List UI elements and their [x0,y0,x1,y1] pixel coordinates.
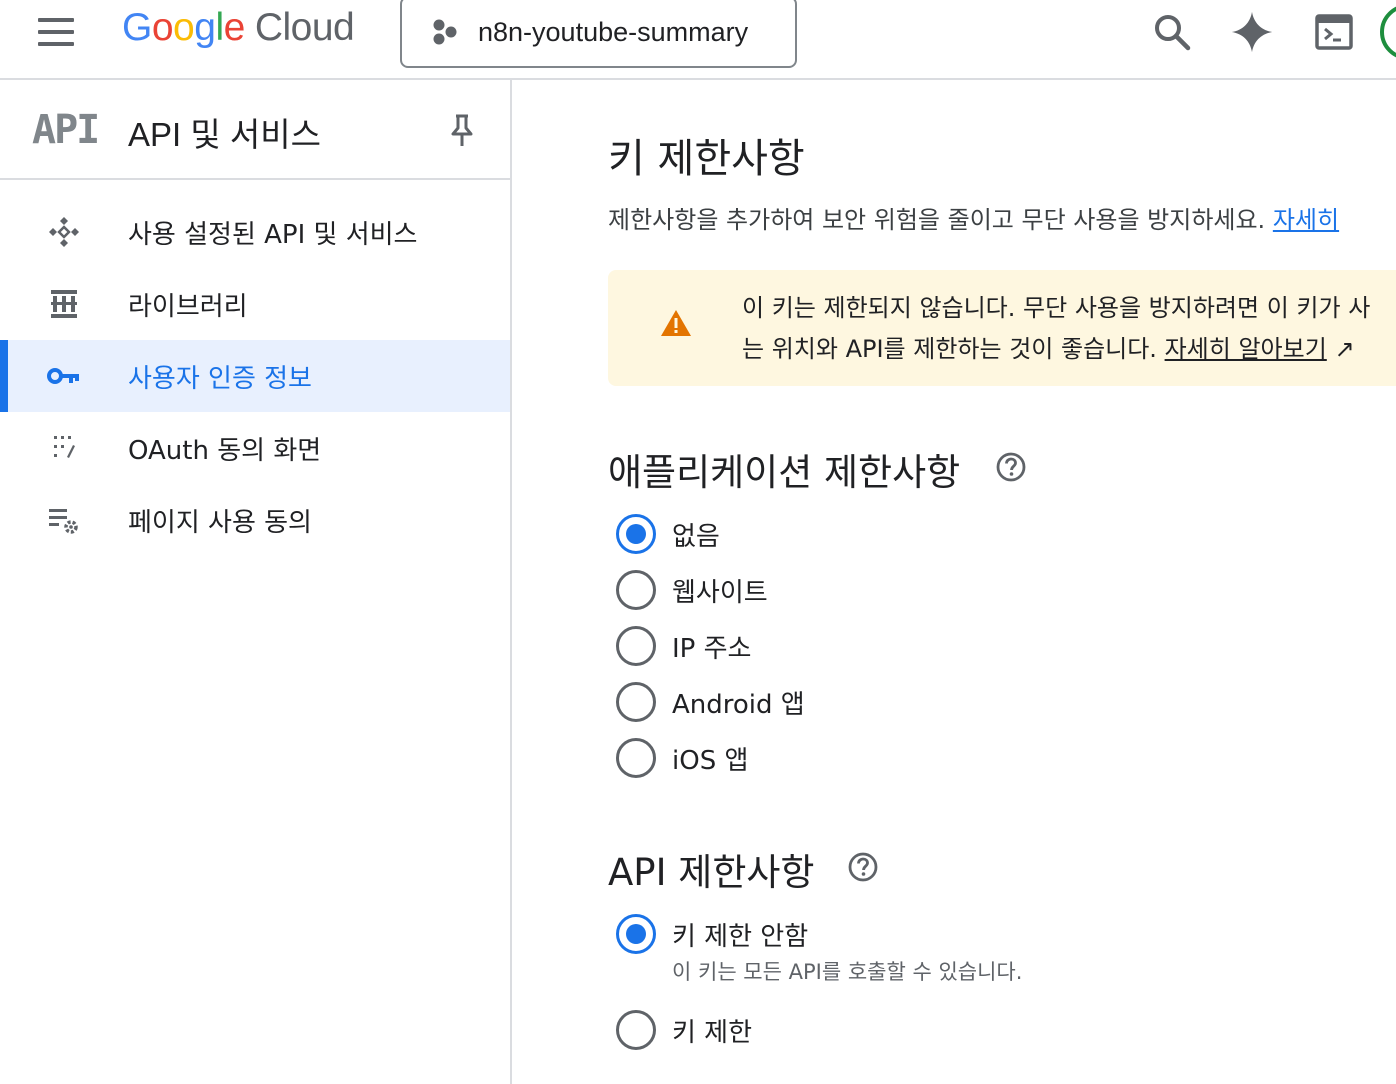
unrestricted-key-warning: 이 키는 제한되지 않습니다. 무단 사용을 방지하려면 이 키가 사 는 위치… [608,270,1396,386]
search-icon[interactable] [1150,10,1194,54]
radio-label: Android 앱 [672,689,805,720]
radio-label: 없음 [672,521,720,552]
api-logo: API [32,107,100,153]
library-icon [46,286,82,322]
apis-icon [46,214,82,250]
radio-label: IP 주소 [672,633,752,664]
radio-button[interactable] [616,626,656,666]
logo-google-text: Google [122,6,245,49]
radio-button[interactable] [616,1010,656,1050]
project-name: n8n-youtube-summary [478,16,749,47]
external-link-icon: ↗ [1334,335,1355,363]
sidebar-item-page-usage[interactable]: 페이지 사용 동의 [0,484,510,556]
warning-line-1: 이 키는 제한되지 않습니다. 무단 사용을 방지하려면 이 키가 사 [742,294,1371,322]
app-restriction-none-radio[interactable]: 없음 [616,510,720,558]
help-icon[interactable] [996,452,1026,482]
radio-description: 이 키는 모든 API를 호출할 수 있습니다. [672,960,1023,984]
sidebar-item-label: OAuth 동의 화면 [128,435,322,466]
learn-more-link[interactable]: 자세히 [1273,206,1339,234]
main-content: 키 제한사항 제한사항을 추가하여 보안 위험을 줄이고 무단 사용을 방지하세… [512,82,1396,1084]
sidebar-header: API API 및 서비스 [0,80,510,180]
warning-text: 이 키는 제한되지 않습니다. 무단 사용을 방지하려면 이 키가 사 는 위치… [742,288,1370,370]
page-title: 키 제한사항 [608,136,805,182]
sidebar-title: API 및 서비스 [128,116,321,153]
key-icon [46,358,82,394]
sidebar-item-oauth-consent[interactable]: OAuth 동의 화면 [0,412,510,484]
warning-line-2: 는 위치와 API를 제한하는 것이 좋습니다. [742,335,1157,363]
oauth-icon [46,430,82,466]
sidebar-item-credentials[interactable]: 사용자 인증 정보 [0,340,510,412]
warning-learn-more-link[interactable]: 자세히 알아보기 [1165,335,1327,363]
api-restrictions-title: API 제한사항 [608,851,815,894]
top-app-bar: Google Cloud n8n-youtube-summary [0,0,1396,80]
warning-line-2-container: 는 위치와 API를 제한하는 것이 좋습니다. 자세히 알아보기 ↗ [742,329,1370,370]
help-icon[interactable] [848,852,878,882]
radio-button-checked[interactable] [616,914,656,954]
sidebar-item-label: 사용 설정된 API 및 서비스 [128,219,418,250]
sidebar-item-label: 페이지 사용 동의 [128,507,312,538]
app-restriction-ios-radio[interactable]: iOS 앱 [616,734,748,782]
sidebar-item-enabled-apis[interactable]: 사용 설정된 API 및 서비스 [0,196,510,268]
page-usage-icon [46,502,82,538]
gemini-sparkle-icon[interactable] [1230,10,1274,54]
app-restriction-websites-radio[interactable]: 웹사이트 [616,566,768,614]
radio-label: 키 제한 [672,1017,753,1048]
sidebar-item-label: 라이브러리 [128,291,248,322]
project-picker[interactable]: n8n-youtube-summary [400,0,797,68]
app-restriction-ip-radio[interactable]: IP 주소 [616,622,751,670]
radio-label: 웹사이트 [672,577,768,608]
warning-icon [661,310,691,336]
radio-button-checked[interactable] [616,514,656,554]
sidebar-item-library[interactable]: 라이브러리 [0,268,510,340]
api-restrict-key-radio[interactable]: 키 제한 [616,1006,752,1054]
app-restrictions-title: 애플리케이션 제한사항 [608,451,961,494]
sidebar-item-label: 사용자 인증 정보 [128,363,312,394]
sidebar-nav: 사용 설정된 API 및 서비스 라이브러리 사용자 인증 정보 OAuth 동… [0,180,510,556]
subtitle-text: 제한사항을 추가하여 보안 위험을 줄이고 무단 사용을 방지하세요. [608,206,1266,234]
google-cloud-logo[interactable]: Google Cloud [122,6,355,50]
radio-label: iOS 앱 [672,745,749,776]
radio-button[interactable] [616,738,656,778]
radio-button[interactable] [616,570,656,610]
pin-icon[interactable] [448,112,476,148]
project-icon [433,19,457,45]
radio-button[interactable] [616,682,656,722]
page-subtitle: 제한사항을 추가하여 보안 위험을 줄이고 무단 사용을 방지하세요. 자세히 [608,200,1339,235]
cloud-shell-icon[interactable] [1312,10,1356,54]
avatar[interactable] [1380,4,1396,60]
sidebar: API API 및 서비스 사용 설정된 API 및 서비스 라이브러리 사용자… [0,80,512,1084]
logo-cloud-text: Cloud [254,6,355,49]
radio-label: 키 제한 안함 [672,921,809,952]
app-restriction-android-radio[interactable]: Android 앱 [616,678,805,726]
api-no-restriction-radio[interactable]: 키 제한 안함 [616,910,808,958]
menu-icon[interactable] [38,18,74,46]
